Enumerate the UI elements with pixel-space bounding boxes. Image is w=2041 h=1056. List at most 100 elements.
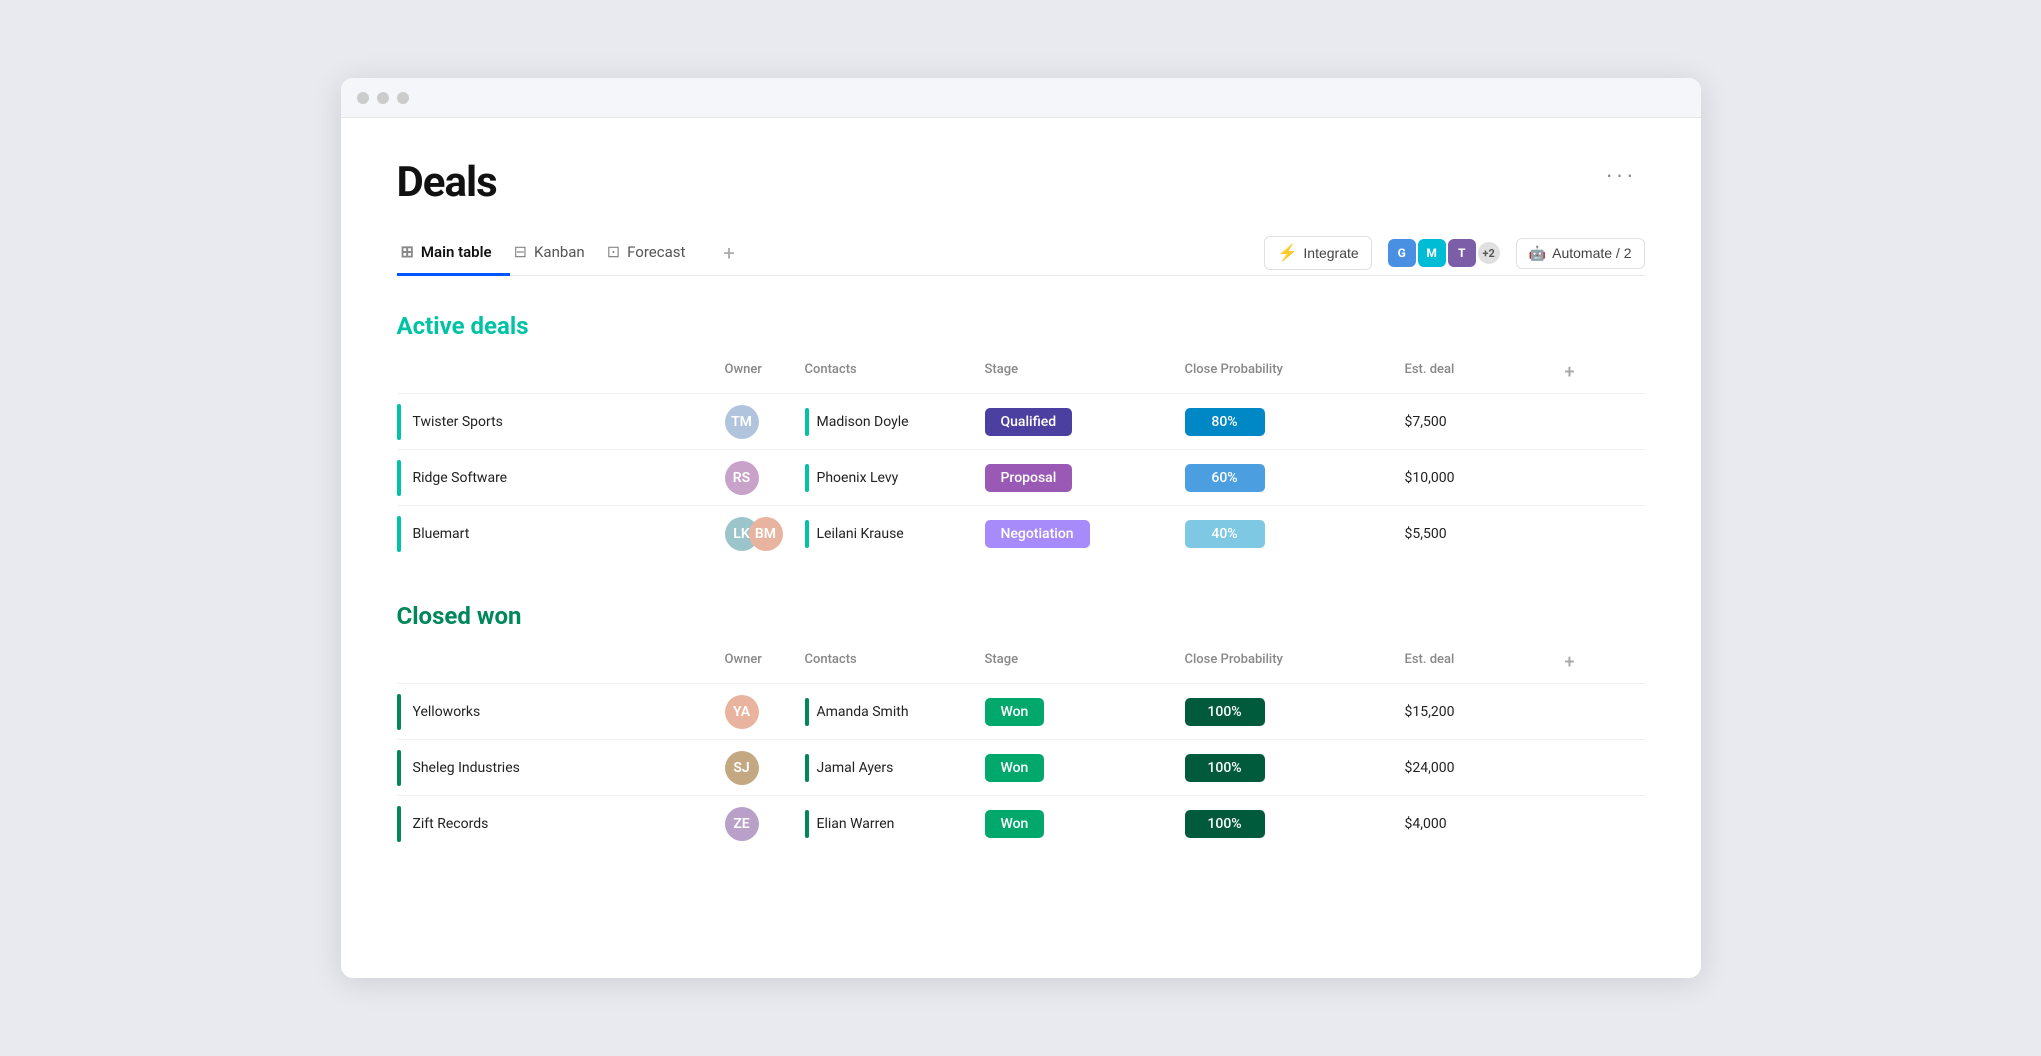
tab-forecast[interactable]: ⊡ Forecast: [603, 232, 704, 276]
cell-company-name: Bluemart: [397, 508, 717, 560]
avatar: TM: [725, 405, 759, 439]
table-row: Ridge Software RS Phoenix Levy Proposal …: [397, 450, 1645, 506]
tab-kanban[interactable]: ⊟ Kanban: [510, 232, 603, 276]
cell-company-name: Zift Records: [397, 798, 717, 850]
col-prob-won: Close Probability: [1177, 648, 1397, 677]
cell-company-name: Yelloworks: [397, 686, 717, 738]
dot-1: [357, 92, 369, 104]
avatar: YA: [725, 695, 759, 729]
contact-indicator: [805, 698, 809, 726]
closed-won-header: Owner Contacts Stage Close Probability E…: [397, 642, 1645, 684]
col-owner-active: Owner: [717, 358, 797, 387]
integration-badges: G M T +2: [1388, 239, 1500, 267]
automate-icon: 🤖: [1529, 245, 1546, 262]
stage-badge: Won: [985, 810, 1045, 838]
contact-indicator: [805, 408, 809, 436]
avatar: SJ: [725, 751, 759, 785]
row-indicator: [397, 516, 401, 552]
kanban-icon: ⊟: [514, 242, 527, 261]
col-name-won: [397, 648, 717, 677]
cell-contact: Amanda Smith: [797, 690, 977, 734]
cell-row-action: [1557, 760, 1597, 776]
cell-est-deal: $15,200: [1397, 696, 1557, 728]
cell-est-deal: $4,000: [1397, 808, 1557, 840]
stage-badge: Negotiation: [985, 520, 1090, 548]
cell-stage: Won: [977, 746, 1177, 790]
cell-row-action: [1557, 526, 1597, 542]
prob-badge: 100%: [1185, 810, 1265, 838]
prob-badge: 100%: [1185, 754, 1265, 782]
cell-probability: 100%: [1177, 802, 1397, 846]
prob-badge: 60%: [1185, 464, 1265, 492]
cell-stage: Won: [977, 690, 1177, 734]
col-contacts-active: Contacts: [797, 358, 977, 387]
add-tab-button[interactable]: +: [707, 241, 750, 265]
stage-badge: Proposal: [985, 464, 1073, 492]
tab-main-table[interactable]: ⊞ Main table: [397, 232, 510, 276]
cell-stage: Proposal: [977, 456, 1177, 500]
stage-badge: Won: [985, 698, 1045, 726]
active-deals-section: Active deals Owner Contacts Stage Close …: [397, 312, 1645, 562]
avatar: RS: [725, 461, 759, 495]
cell-probability: 60%: [1177, 456, 1397, 500]
table-row: Bluemart LK BM Leilani Krause Negotiatio…: [397, 506, 1645, 562]
cell-row-action: [1557, 414, 1597, 430]
cell-est-deal: $10,000: [1397, 462, 1557, 494]
cell-est-deal: $5,500: [1397, 518, 1557, 550]
col-name-active: [397, 358, 717, 387]
cell-probability: 40%: [1177, 512, 1397, 556]
prob-badge: 40%: [1185, 520, 1265, 548]
row-indicator: [397, 404, 401, 440]
col-owner-won: Owner: [717, 648, 797, 677]
cell-company-name: Twister Sports: [397, 396, 717, 448]
col-est-active: Est. deal: [1397, 358, 1557, 387]
col-contacts-won: Contacts: [797, 648, 977, 677]
cell-row-action: [1557, 704, 1597, 720]
content-area: Deals ··· ⊞ Main table ⊟ Kanban ⊡ Foreca…: [341, 118, 1701, 932]
cell-owner: TM: [717, 397, 797, 447]
cell-row-action: [1557, 816, 1597, 832]
cell-est-deal: $24,000: [1397, 752, 1557, 784]
contact-indicator: [805, 520, 809, 548]
contact-indicator: [805, 464, 809, 492]
stage-badge: Qualified: [985, 408, 1073, 436]
tabs-row: ⊞ Main table ⊟ Kanban ⊡ Forecast + ⚡ Int…: [397, 231, 1645, 276]
integrate-button[interactable]: ⚡ Integrate: [1264, 236, 1371, 270]
cell-owner: SJ: [717, 743, 797, 793]
closed-won-section: Closed won Owner Contacts Stage Close Pr…: [397, 602, 1645, 852]
row-indicator: [397, 460, 401, 496]
table-icon: ⊞: [401, 242, 414, 261]
closed-won-title: Closed won: [397, 602, 1645, 630]
page-title: Deals: [397, 158, 497, 207]
cell-owner: RS: [717, 453, 797, 503]
cell-contact: Madison Doyle: [797, 400, 977, 444]
dot-3: [397, 92, 409, 104]
cell-probability: 80%: [1177, 400, 1397, 444]
cell-contact: Leilani Krause: [797, 512, 977, 556]
active-deals-header: Owner Contacts Stage Close Probability E…: [397, 352, 1645, 394]
automate-button[interactable]: 🤖 Automate / 2: [1516, 238, 1645, 269]
tab-actions: ⚡ Integrate G M T +2 🤖 Automate / 2: [1264, 236, 1644, 270]
active-deals-title: Active deals: [397, 312, 1645, 340]
avatar-group: LK BM: [725, 517, 789, 551]
more-button[interactable]: ···: [1598, 158, 1645, 192]
contact-indicator: [805, 754, 809, 782]
table-row: Sheleg Industries SJ Jamal Ayers Won 100…: [397, 740, 1645, 796]
forecast-icon: ⊡: [607, 242, 620, 261]
table-row: Yelloworks YA Amanda Smith Won 100% $15,…: [397, 684, 1645, 740]
cell-owner: ZE: [717, 799, 797, 849]
cell-probability: 100%: [1177, 746, 1397, 790]
cell-contact: Phoenix Levy: [797, 456, 977, 500]
cell-row-action: [1557, 470, 1597, 486]
col-add-won[interactable]: +: [1557, 648, 1597, 677]
row-indicator: [397, 750, 401, 786]
cell-owner: LK BM: [717, 509, 797, 559]
badge-plus: +2: [1478, 242, 1500, 264]
cell-est-deal: $7,500: [1397, 406, 1557, 438]
cell-probability: 100%: [1177, 690, 1397, 734]
dot-2: [377, 92, 389, 104]
cell-company-name: Sheleg Industries: [397, 742, 717, 794]
header-row: Deals ···: [397, 158, 1645, 207]
badge-purple: T: [1448, 239, 1476, 267]
col-add-active[interactable]: +: [1557, 358, 1597, 387]
